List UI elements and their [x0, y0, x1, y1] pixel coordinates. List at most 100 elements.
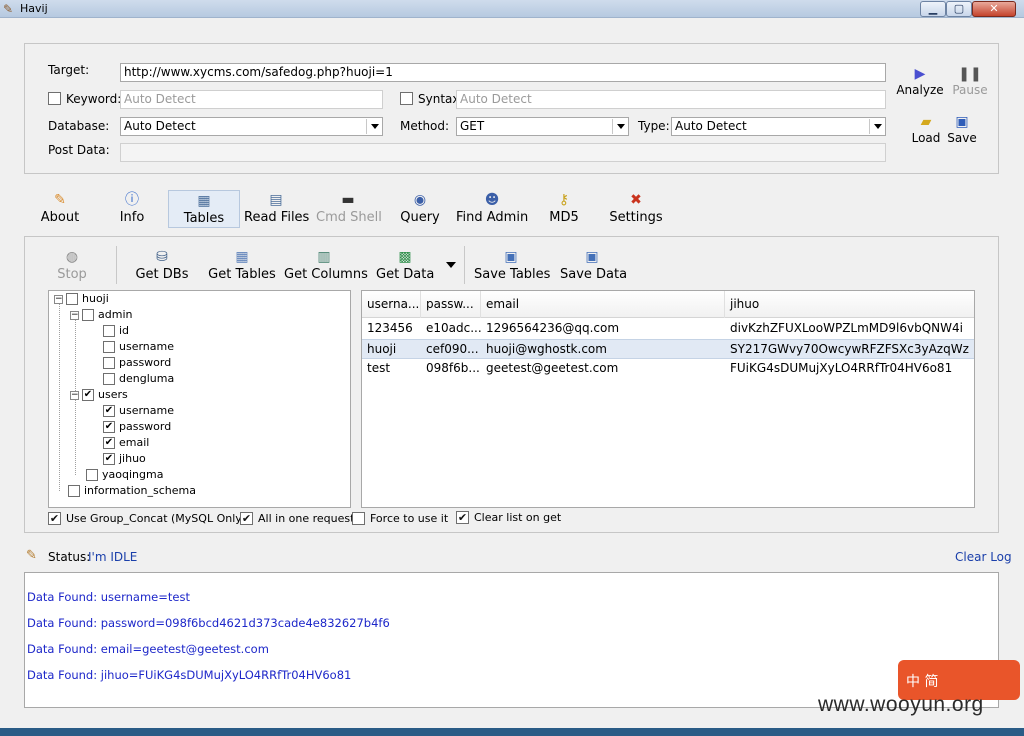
tree-node-column[interactable]: ✔ username	[103, 404, 174, 420]
title-bar[interactable]	[0, 0, 1024, 18]
tree-node-column[interactable]: username	[103, 340, 174, 356]
table-row[interactable]: test 098f6b... geetest@geetest.com FUiKG…	[362, 359, 974, 379]
tree-checkbox[interactable]	[68, 485, 80, 497]
tab-settings[interactable]: ✖ Settings	[608, 190, 664, 228]
analyze-button[interactable]: ▶ Analyze	[896, 65, 944, 97]
tree-checkbox[interactable]	[86, 469, 98, 481]
tree-checkbox[interactable]	[66, 293, 78, 305]
tab-query[interactable]: ◉ Query	[398, 190, 442, 228]
tree-checkbox[interactable]	[103, 373, 115, 385]
grid-cell: 123456	[367, 321, 413, 335]
collapse-icon[interactable]: −	[70, 310, 79, 320]
force-checkbox[interactable]	[352, 512, 365, 525]
target-label: Target:	[48, 63, 90, 77]
database-tree[interactable]: − huoji − admin id username password dengl…	[48, 290, 351, 508]
syntax-input[interactable]: Auto Detect	[456, 90, 886, 109]
tree-node-db[interactable]: − huoji	[54, 292, 109, 308]
grid-cell: divKzhZFUXLooWPZLmMD9l6vbQNW4i	[730, 321, 963, 335]
tab-read-files[interactable]: ▤ Read Files	[244, 190, 309, 228]
tree-checkbox[interactable]	[82, 309, 94, 321]
force-label: Force to use it	[370, 512, 449, 525]
tree-node-column[interactable]: dengluma	[103, 372, 174, 388]
tab-md5[interactable]: ⚷ MD5	[546, 190, 582, 228]
toolbar-divider	[464, 246, 465, 284]
tab-find-admin[interactable]: ☻ Find Admin	[456, 190, 528, 228]
chevron-down-icon	[366, 119, 381, 134]
syntax-checkbox[interactable]	[400, 92, 413, 105]
tree-node-label: username	[119, 404, 174, 417]
column-header[interactable]: email	[481, 291, 725, 318]
tree-node-label: information_schema	[84, 484, 196, 497]
tree-checkbox[interactable]: ✔	[82, 389, 94, 401]
tab-cmd-shell[interactable]: ▬ Cmd Shell	[316, 190, 382, 228]
collapse-icon[interactable]: −	[70, 390, 79, 400]
tree-node-table[interactable]: − ✔ users	[70, 388, 128, 404]
tab-md5-label: MD5	[549, 210, 579, 225]
tree-checkbox[interactable]: ✔	[103, 421, 115, 433]
clear-list-label: Clear list on get	[474, 511, 562, 524]
tree-node-label: username	[119, 340, 174, 353]
log-line: Data Found: password=098f6bcd4621d373cad…	[27, 616, 390, 630]
save-data-button[interactable]: ▣ Save Data	[560, 247, 627, 283]
grid-cell: huoji	[367, 342, 397, 356]
tree-checkbox[interactable]: ✔	[103, 453, 115, 465]
tree-checkbox[interactable]	[103, 341, 115, 353]
tab-tables[interactable]: ▦ Tables	[168, 190, 240, 228]
type-select[interactable]: Auto Detect	[671, 117, 886, 136]
tree-node-table[interactable]: yaoqingma	[86, 468, 163, 484]
tree-node-column[interactable]: id	[103, 324, 129, 340]
save-label: Save	[947, 131, 977, 145]
collapse-icon[interactable]: −	[54, 294, 63, 304]
load-button[interactable]: ▰ Load	[906, 113, 946, 145]
target-input[interactable]: http://www.xycms.com/safedog.php?huoji=1	[120, 63, 886, 82]
method-select[interactable]: GET	[456, 117, 629, 136]
column-header[interactable]: jihuo	[725, 291, 974, 318]
tree-node-column[interactable]: password	[103, 356, 171, 372]
column-header[interactable]: passw...	[421, 291, 481, 318]
tree-checkbox[interactable]: ✔	[103, 437, 115, 449]
close-button[interactable]: ✕	[972, 1, 1016, 17]
clear-log-link[interactable]: Clear Log	[955, 550, 1012, 564]
tree-node-label: huoji	[82, 292, 109, 305]
all-in-one-checkbox[interactable]: ✔	[240, 512, 253, 525]
tree-checkbox[interactable]	[103, 357, 115, 369]
tree-node-column[interactable]: ✔ email	[103, 436, 149, 452]
tree-node-column[interactable]: ✔ jihuo	[103, 452, 146, 468]
tree-checkbox[interactable]	[103, 325, 115, 337]
tab-info[interactable]: ⓘ Info	[112, 190, 152, 228]
stop-button[interactable]: ◍ Stop	[54, 247, 90, 283]
tree-guide	[59, 303, 60, 491]
database-select[interactable]: Auto Detect	[120, 117, 383, 136]
tree-node-label: users	[98, 388, 128, 401]
tree-node-db[interactable]: information_schema	[68, 484, 196, 500]
get-columns-button[interactable]: ▥ Get Columns	[284, 247, 368, 283]
table-row[interactable]: huoji cef090... huoji@wghostk.com SY217G…	[362, 339, 974, 359]
group-concat-checkbox[interactable]: ✔	[48, 512, 61, 525]
tree-checkbox[interactable]: ✔	[103, 405, 115, 417]
save-tables-button[interactable]: ▣ Save Tables	[474, 247, 551, 283]
maximize-button[interactable]: ▢	[946, 1, 972, 17]
keyword-input[interactable]: Auto Detect	[120, 90, 383, 109]
get-data-dropdown-icon[interactable]	[446, 262, 456, 268]
minimize-button[interactable]: ▁	[920, 1, 946, 17]
get-tables-button[interactable]: ▦ Get Tables	[208, 247, 276, 283]
tab-about[interactable]: ✎ About	[36, 190, 84, 228]
table-row[interactable]: 123456 e10adc... 1296564236@qq.com divKz…	[362, 319, 974, 339]
keyword-checkbox[interactable]	[48, 92, 61, 105]
method-label: Method:	[400, 119, 450, 133]
tree-node-column[interactable]: ✔ password	[103, 420, 171, 436]
save-tables-label: Save Tables	[474, 267, 551, 282]
grid-cell: FUiKG4sDUMujXyLO4RRfTr04HV6o81	[730, 361, 953, 375]
tree-node-table[interactable]: − admin	[70, 308, 132, 324]
column-header[interactable]: userna...	[362, 291, 421, 318]
data-grid[interactable]: userna... passw... email jihuo 123456 e1…	[361, 290, 975, 508]
postdata-input[interactable]	[120, 143, 886, 162]
get-data-label: Get Data	[376, 267, 435, 282]
get-data-button[interactable]: ▩ Get Data	[376, 247, 434, 283]
log-panel[interactable]: Data Found: username=test Data Found: pa…	[24, 572, 999, 708]
toolbar-divider	[116, 246, 117, 284]
get-dbs-button[interactable]: ⛁ Get DBs	[134, 247, 190, 283]
pause-button[interactable]: ❚❚ Pause	[950, 65, 990, 97]
save-button[interactable]: ▣ Save	[944, 113, 980, 145]
clear-list-checkbox[interactable]: ✔	[456, 511, 469, 524]
